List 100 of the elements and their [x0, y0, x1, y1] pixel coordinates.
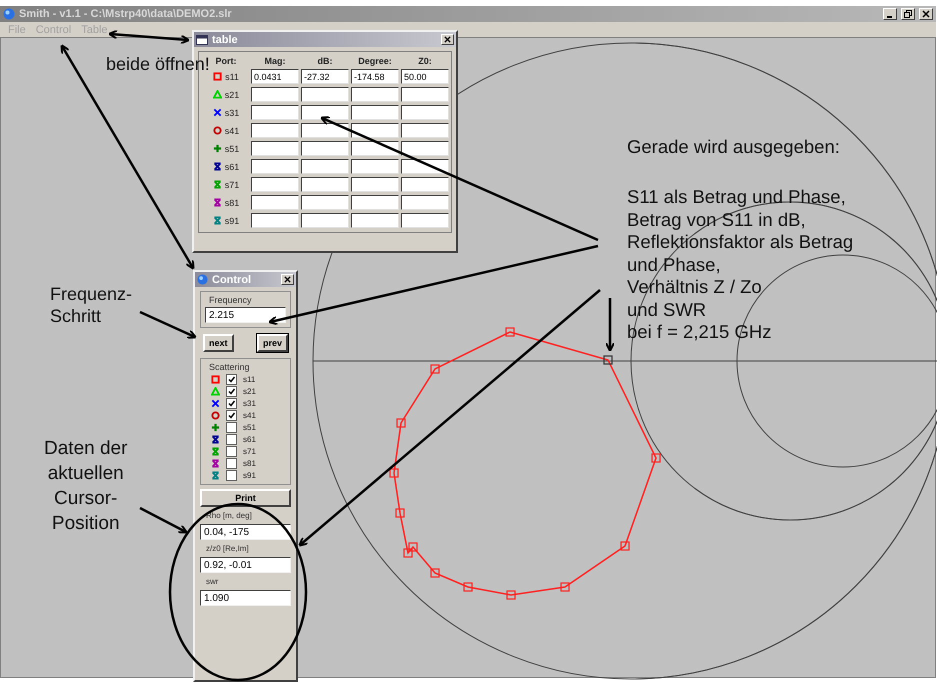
window-title: Control: [212, 274, 252, 286]
port-label: s81: [224, 198, 240, 208]
print-button[interactable]: Print: [200, 489, 291, 507]
empty-table-cell: [251, 195, 299, 210]
restore-icon: [904, 10, 912, 18]
globe-icon: [3, 8, 15, 20]
empty-table-cell: [301, 213, 349, 228]
column-header: Degree:: [357, 56, 393, 66]
annotation-heading: Gerade wird ausgegeben:: [627, 136, 840, 158]
window-title: table: [212, 34, 239, 46]
arrow: [139, 310, 197, 339]
empty-table-cell: [251, 177, 299, 192]
empty-table-cell: [401, 213, 449, 228]
checkbox-label: s91: [243, 470, 256, 480]
empty-table-cell: [301, 141, 349, 156]
arrow: [139, 506, 188, 534]
port-label: s31: [224, 108, 240, 118]
column-header: Mag:: [264, 56, 286, 66]
group-label: Scattering: [208, 362, 251, 372]
empty-table-cell: [251, 87, 299, 102]
checkbox-label: s31: [243, 398, 256, 408]
data-point-marker: [560, 582, 570, 592]
port-label: s61: [224, 162, 240, 172]
port-label: s71: [224, 180, 240, 190]
data-point-marker: [463, 582, 473, 592]
empty-table-cell: [301, 159, 349, 174]
annotation-text: beide öffnen!: [106, 54, 210, 75]
step-button[interactable]: next: [203, 334, 234, 352]
data-point-marker: [506, 590, 516, 600]
checkbox-label: s61: [243, 434, 256, 444]
empty-table-cell: [251, 141, 299, 156]
checkbox[interactable]: [226, 446, 237, 456]
empty-table-cell: [301, 105, 349, 120]
port-label: s11: [225, 72, 239, 82]
checkbox-label: s71: [243, 446, 256, 456]
table-cell: 50.00: [401, 69, 449, 84]
empty-table-cell: [351, 177, 399, 192]
minimize-button[interactable]: [883, 8, 897, 20]
empty-table-cell: [351, 213, 399, 228]
checkbox-label: s51: [243, 422, 256, 432]
data-point-marker: [603, 355, 613, 365]
checkbox-label: s81: [243, 458, 256, 468]
empty-table-cell: [351, 87, 399, 102]
checkbox[interactable]: [226, 386, 237, 396]
checkbox[interactable]: [226, 458, 237, 468]
empty-table-cell: [351, 123, 399, 138]
restore-button[interactable]: [901, 8, 915, 20]
empty-table-cell: [251, 105, 299, 120]
port-label: s21: [224, 90, 240, 100]
data-point-marker: [389, 468, 399, 478]
empty-table-cell: [301, 123, 349, 138]
checkbox[interactable]: [226, 434, 237, 444]
data-point-marker: [651, 453, 661, 463]
frequency-field[interactable]: 2.215: [205, 307, 286, 323]
empty-table-cell: [301, 87, 349, 102]
table-cell: -27.32: [301, 69, 349, 84]
checkbox-label: s21: [243, 386, 256, 396]
arrow: [605, 298, 615, 352]
readout-field[interactable]: 0.04, -175: [200, 524, 291, 540]
group-label: Frequency: [208, 295, 253, 305]
checkbox-label: s11: [243, 374, 256, 384]
close-button[interactable]: [919, 8, 933, 20]
close-button[interactable]: [281, 274, 294, 285]
empty-table-cell: [401, 105, 449, 120]
readout-field[interactable]: 1.090: [200, 590, 291, 606]
checkbox[interactable]: [226, 374, 237, 384]
data-point-marker: [396, 418, 406, 428]
close-icon: [922, 10, 930, 18]
empty-table-cell: [351, 105, 399, 120]
data-point-marker: [505, 327, 515, 337]
empty-table-cell: [251, 123, 299, 138]
readout-field[interactable]: 0.92, -0.01: [200, 557, 291, 573]
data-point-marker: [403, 548, 413, 558]
empty-table-cell: [401, 177, 449, 192]
checkbox[interactable]: [226, 422, 237, 432]
empty-table-cell: [351, 159, 399, 174]
column-header: dB:: [316, 56, 334, 66]
port-label: s51: [224, 144, 240, 154]
empty-table-cell: [301, 195, 349, 210]
checkbox-label: s41: [243, 410, 256, 420]
port-label: s41: [224, 126, 240, 136]
annotation-text: Daten der aktuellen Cursor- Position: [44, 437, 128, 536]
globe-icon: [197, 274, 208, 285]
port-label: s91: [224, 216, 240, 226]
annotation-text: Frequenz- Schritt: [50, 283, 132, 327]
empty-table-cell: [401, 87, 449, 102]
empty-table-cell: [301, 177, 349, 192]
window-title: Smith - v1.1 - C:\Mstrp40\data\DEMO2.slr: [19, 8, 233, 20]
column-header: Port:: [214, 56, 238, 66]
data-point-marker: [620, 541, 630, 551]
empty-table-cell: [351, 195, 399, 210]
checkbox[interactable]: [226, 470, 237, 480]
step-button[interactable]: prev: [256, 334, 288, 352]
empty-table-cell: [251, 213, 299, 228]
data-point-marker: [430, 568, 440, 578]
checkbox[interactable]: [226, 410, 237, 420]
close-button[interactable]: [441, 34, 454, 45]
checkbox[interactable]: [226, 398, 237, 408]
data-point-marker: [408, 542, 418, 552]
empty-table-cell: [401, 141, 449, 156]
